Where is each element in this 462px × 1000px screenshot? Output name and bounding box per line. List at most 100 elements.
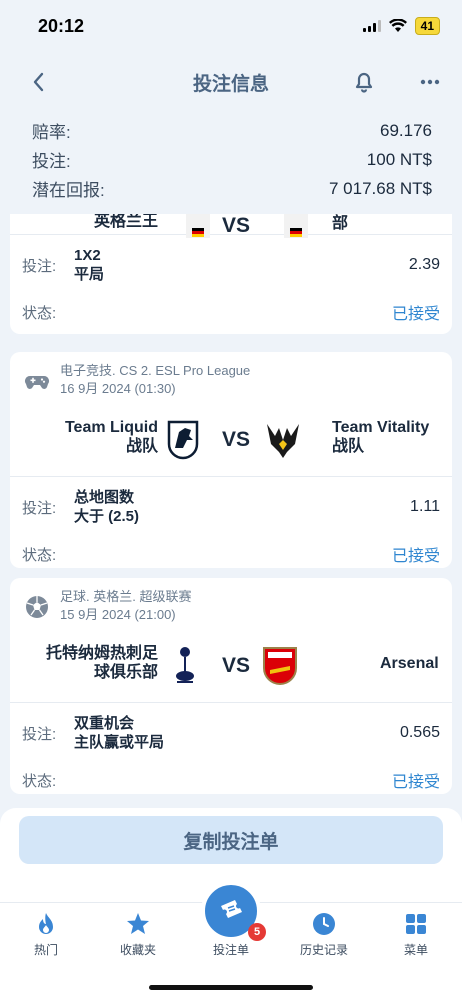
card-header: 足球. 英格兰. 超级联赛 15 9月 2024 (21:00)	[10, 578, 452, 628]
bet-label: 投注:	[22, 499, 57, 517]
grid-icon	[406, 914, 426, 934]
tab-popular[interactable]: 热门	[6, 911, 86, 958]
bet-market: 总地图数	[74, 489, 135, 506]
league-info: 足球. 英格兰. 超级联赛 15 9月 2024 (21:00)	[60, 588, 191, 624]
bet-odds: 1.11	[410, 498, 440, 515]
bet-card: 英格兰王 VS 部 投注: 1X2 平局 2.39 状态: 已接受	[10, 214, 452, 334]
bet-label: 投注:	[22, 725, 57, 743]
bet-outcome: 大于 (2.5)	[74, 508, 140, 525]
tab-label: 热门	[33, 943, 58, 957]
nav-bar: 投注信息	[0, 58, 462, 106]
home-team-line: 球俱乐部	[93, 664, 158, 681]
bet-card: 电子竞技. CS 2. ESL Pro League 16 9月 2024 (0…	[10, 352, 452, 568]
bet-label: 投注:	[22, 257, 57, 275]
star-icon	[127, 913, 149, 934]
league-info: 电子竞技. CS 2. ESL Pro League 16 9月 2024 (0…	[60, 362, 250, 398]
status-label: 状态:	[22, 304, 57, 322]
status-label: 状态:	[22, 772, 57, 790]
tab-bar: 热门 收藏夹 投注单 5 历史记录 菜单	[0, 881, 462, 962]
tab-history[interactable]: 历史记录	[284, 911, 364, 958]
summary-value: 100 NT$	[366, 149, 432, 169]
fire-icon	[39, 913, 53, 934]
summary-label: 赔率:	[32, 123, 71, 142]
status-badge: 已接受	[391, 306, 440, 323]
card-header: 电子竞技. CS 2. ESL Pro League 16 9月 2024 (0…	[10, 352, 452, 402]
bet-market: 1X2	[74, 247, 101, 264]
away-team-line: Team Vitality	[332, 419, 430, 436]
bet-odds: 0.565	[399, 724, 440, 741]
bet-odds: 2.39	[408, 256, 440, 273]
bet-outcome: 平局	[74, 266, 105, 283]
tab-favorites[interactable]: 收藏夹	[98, 911, 178, 958]
match-date: 16 9月 2024 (01:30)	[60, 381, 176, 396]
bet-market: 双重机会	[74, 715, 135, 732]
bell-icon[interactable]	[350, 68, 378, 96]
home-team-name: Team Liquid 战队	[22, 418, 158, 456]
betslip-count-badge: 5	[248, 923, 266, 941]
home-team-line: 托特纳姆热刺足	[45, 645, 158, 662]
status-row: 状态: 已接受	[10, 763, 452, 797]
copy-betslip-button[interactable]: 复制投注单	[19, 816, 443, 864]
team-vitality-logo	[267, 424, 299, 458]
status-row: 状态: 已接受	[10, 295, 452, 329]
summary-value: 69.176	[380, 120, 432, 140]
vs-label: VS	[221, 654, 250, 677]
bet-selection: 双重机会 主队赢或平局	[74, 714, 400, 752]
more-icon[interactable]	[414, 68, 446, 96]
bet-selection: 总地图数 大于 (2.5)	[74, 488, 410, 526]
summary-value: 7 017.68 NT$	[328, 178, 432, 198]
bet-selection-row: 投注: 总地图数 大于 (2.5) 1.11	[10, 477, 452, 537]
gamepad-icon	[25, 376, 49, 389]
bet-summary: 赔率: 69.176 投注: 100 NT$ 潜在回报: 7 017.68 NT…	[32, 116, 432, 203]
bet-list[interactable]: 英格兰王 VS 部 投注: 1X2 平局 2.39 状态: 已接受 电子竞技. …	[0, 214, 462, 810]
away-team-name: 部	[332, 215, 349, 232]
status-badge: 已接受	[391, 774, 440, 791]
home-indicator[interactable]	[149, 985, 313, 990]
away-team-name: Arsenal	[380, 654, 450, 673]
tab-label: 收藏夹	[119, 943, 156, 957]
tab-label: 投注单	[212, 943, 249, 957]
away-team-name: Team Vitality 战队	[332, 418, 442, 456]
league-name: 电子竞技. CS 2. ESL Pro League	[60, 363, 251, 378]
tab-label: 历史记录	[299, 943, 348, 957]
team-liquid-logo	[167, 420, 199, 460]
away-team-line: Arsenal	[380, 655, 439, 672]
home-team-line: 战队	[125, 438, 158, 455]
bet-selection-row: 投注: 双重机会 主队赢或平局 0.565	[10, 703, 452, 763]
league-name: 足球. 英格兰. 超级联赛	[60, 589, 192, 604]
bottom-sheet: 复制投注单 热门 收藏夹 投注单 5 历史记录 菜单	[0, 808, 462, 1000]
vs-label: VS	[221, 428, 250, 451]
signal-icon	[362, 20, 381, 32]
tab-label: 菜单	[403, 943, 428, 957]
match-row: 英格兰王 VS 部	[10, 214, 452, 238]
bet-outcome: 主队赢或平局	[74, 734, 165, 751]
summary-label: 潜在回报:	[32, 181, 105, 200]
status-bar: 20:12 41	[0, 0, 462, 52]
back-icon[interactable]	[26, 68, 54, 96]
clock-icon	[313, 913, 335, 935]
bet-selection-row: 投注: 1X2 平局 2.39	[10, 235, 452, 295]
summary-stake: 投注: 100 NT$	[32, 145, 432, 174]
status-time: 20:12	[38, 15, 85, 36]
status-icons: 41	[362, 17, 440, 35]
summary-potential-return: 潜在回报: 7 017.68 NT$	[32, 174, 432, 203]
home-team-name: 托特纳姆热刺足 球俱乐部	[22, 644, 158, 682]
match-row: Team Liquid 战队 VS Team Vitality 战队	[10, 402, 452, 476]
home-team-name: 英格兰王	[93, 214, 158, 230]
battery-indicator: 41	[414, 17, 440, 35]
match-row: 托特纳姆热刺足 球俱乐部 VS Arsenal	[10, 628, 452, 702]
bet-card: 足球. 英格兰. 超级联赛 15 9月 2024 (21:00) 托特纳姆热刺足…	[10, 578, 452, 794]
page-title: 投注信息	[192, 73, 269, 95]
status-badge: 已接受	[391, 548, 440, 565]
ticket-icon	[221, 900, 242, 918]
soccer-ball-icon	[26, 596, 48, 618]
tab-menu[interactable]: 菜单	[376, 911, 456, 958]
wifi-icon	[388, 19, 407, 32]
status-row: 状态: 已接受	[10, 537, 452, 571]
match-date: 15 9月 2024 (21:00)	[60, 607, 176, 622]
bet-selection: 1X2 平局	[74, 246, 409, 284]
arsenal-logo	[263, 647, 297, 686]
summary-odds: 赔率: 69.176	[32, 116, 432, 145]
summary-label: 投注:	[32, 152, 71, 171]
away-team-line: 战队	[332, 438, 365, 455]
